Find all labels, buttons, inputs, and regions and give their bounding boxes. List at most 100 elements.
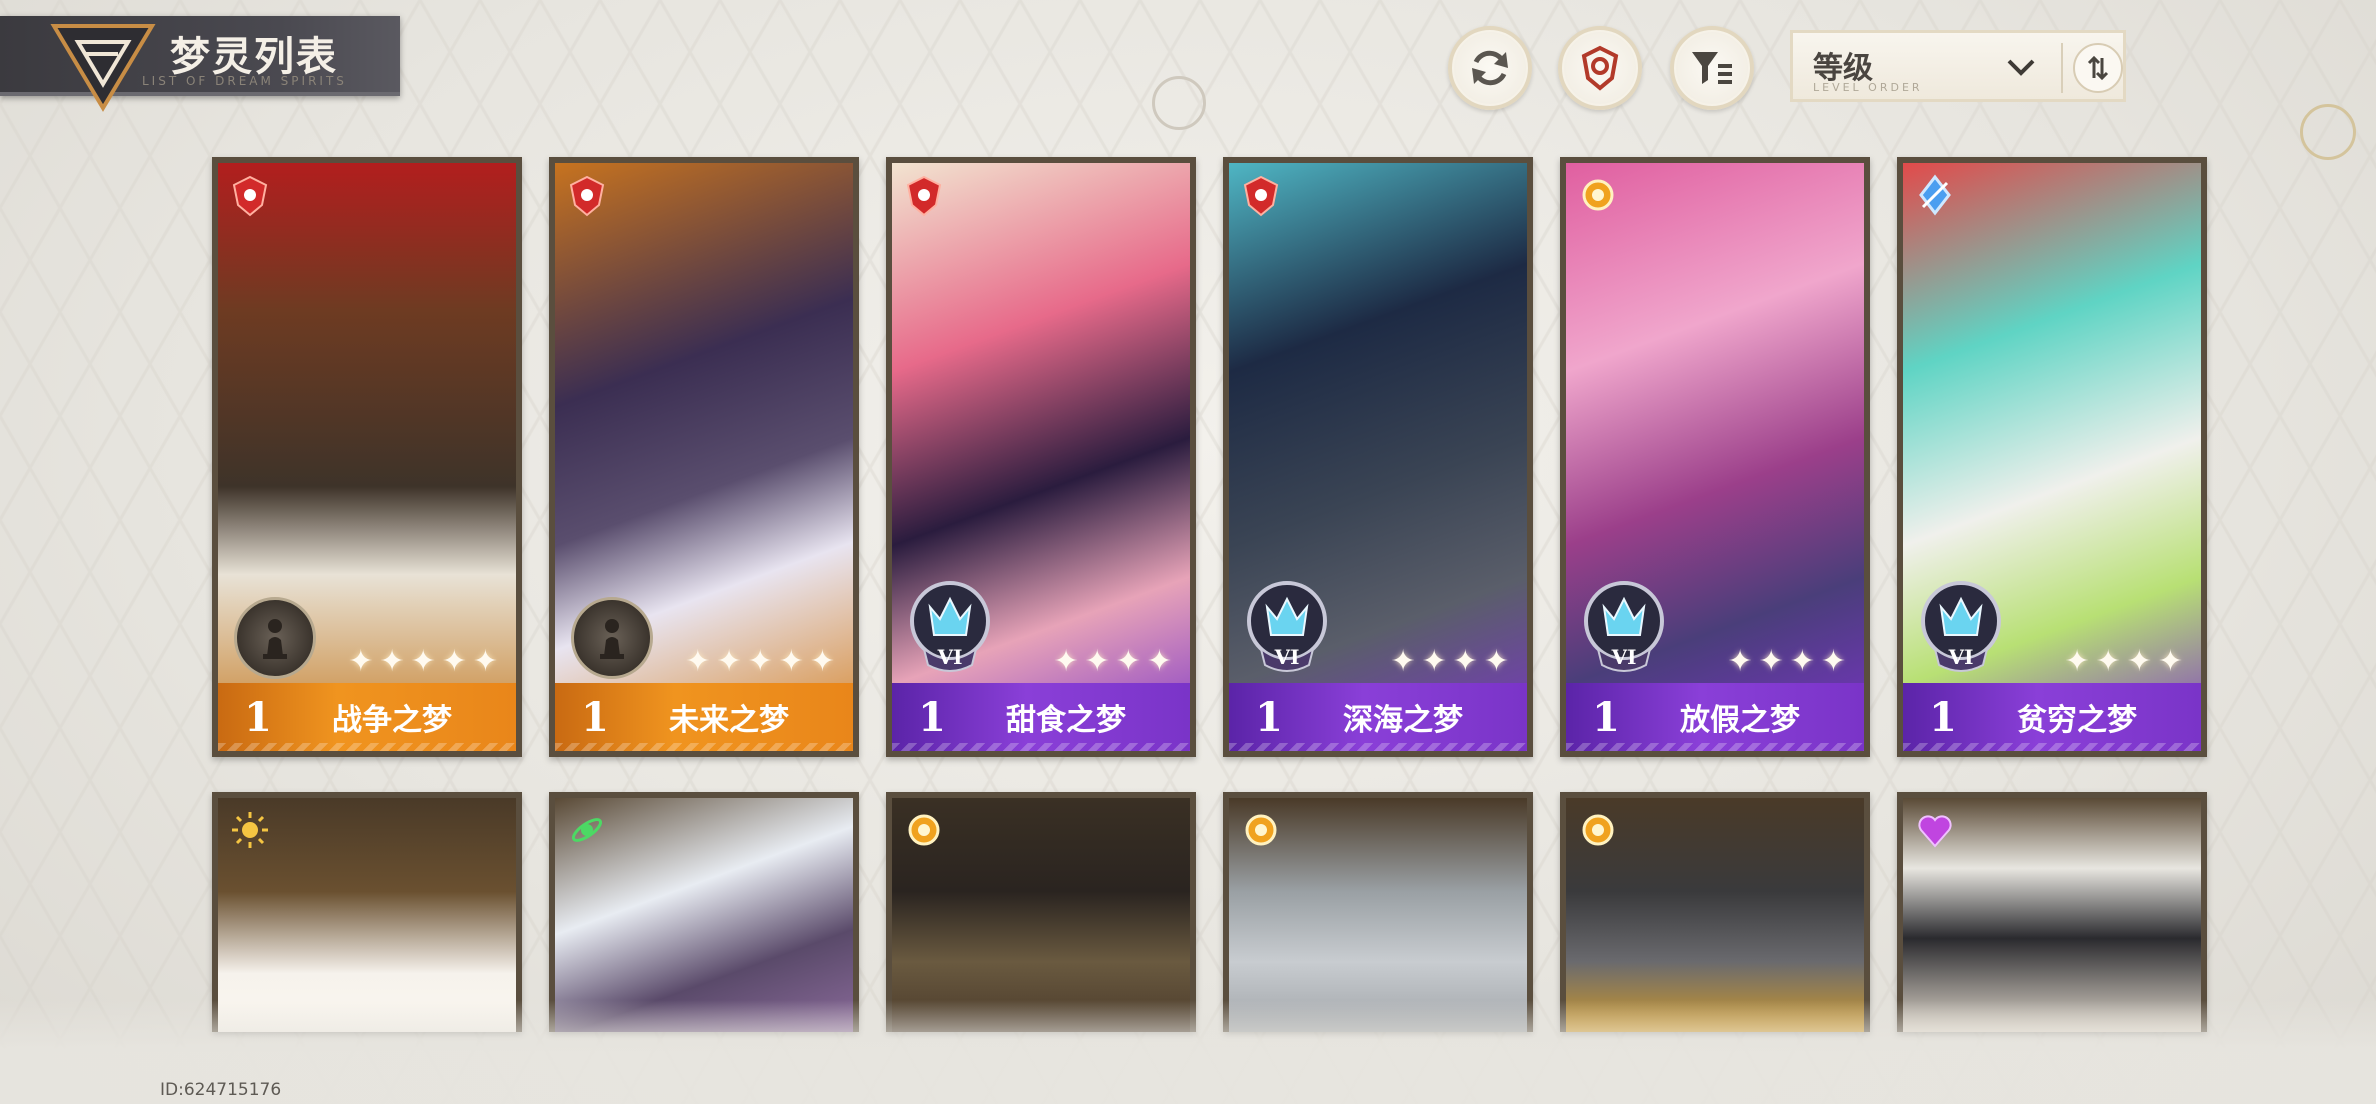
refresh-button[interactable] [1448,26,1532,110]
star-icon: ✦ [1758,644,1784,679]
decor-circle [2300,104,2356,160]
banner-stripe [1229,743,1527,751]
banner-stripe [555,743,853,751]
card-banner: 1 未来之梦 [555,683,853,751]
level-number: 1 [1929,693,1957,741]
character-card[interactable]: ✦ ✦ ✦ ✦ ✦ 1 战争之梦 [212,157,522,757]
title-bar: 梦灵列表 LIST OF DREAM SPIRITS [0,16,400,112]
card-banner: 1 战争之梦 [218,683,516,751]
list-filter-button[interactable] [1670,26,1754,110]
star-icon: ✦ [1053,644,1079,679]
decor-circle [1152,76,1206,130]
star-icon: ✦ [1421,644,1447,679]
character-card[interactable]: VI ✦ ✦ ✦ ✦ 1 深海之梦 [1223,157,1533,757]
star-rating: ✦ ✦ ✦ ✦ ✦ [685,644,835,679]
pawn-badge [234,597,316,679]
rank-label: VI [1274,645,1300,669]
purple-heart-icon [1918,815,1952,848]
star-icon: ✦ [2157,644,2183,679]
star-icon: ✦ [1390,644,1416,679]
star-icon: ✦ [685,644,711,679]
character-card[interactable]: VI ✦ ✦ ✦ ✦ 1 贫穷之梦 [1897,157,2207,757]
character-name: 未来之梦 [669,703,789,738]
star-rating: ✦ ✦ ✦ ✦ [1390,644,1509,679]
refresh-icon [1472,50,1508,86]
character-name: 甜食之梦 [1006,703,1126,738]
star-icon: ✦ [379,644,405,679]
star-icon: ✦ [2126,644,2152,679]
page-subtitle: LIST OF DREAM SPIRITS [142,74,347,88]
rank-badge: VI [1913,569,2009,679]
star-icon: ✦ [472,644,498,679]
star-icon: ✦ [747,644,773,679]
sort-order-icon [2087,55,2109,81]
rank-label: VI [937,645,963,669]
character-name: 放假之梦 [1680,703,1800,738]
banner-stripe [1566,743,1864,751]
level-number: 1 [918,693,946,741]
sort-order-button[interactable] [2073,43,2123,93]
star-rating: ✦ ✦ ✦ ✦ [1727,644,1846,679]
shield-filter-icon [1581,45,1619,91]
character-card[interactable] [212,792,522,1032]
character-card[interactable]: VI ✦ ✦ ✦ ✦ 1 放假之梦 [1560,157,1870,757]
star-icon: ✦ [441,644,467,679]
gold-orb-icon [1582,814,1614,846]
card-banner: 1 深海之梦 [1229,683,1527,751]
element-filter-button[interactable] [1558,26,1642,110]
character-card[interactable] [1560,792,1870,1032]
gold-orb-icon [1245,814,1277,846]
red-shield-icon [232,175,268,217]
rank-badge: VI [1576,569,1672,679]
star-icon: ✦ [2064,644,2090,679]
sort-dropdown[interactable]: 等级 LEVEL ORDER [1790,30,2126,102]
pawn-badge [571,597,653,679]
menu-logo-icon[interactable] [48,20,158,112]
rank-label: VI [1611,645,1637,669]
banner-stripe [892,743,1190,751]
green-atom-icon [571,818,603,842]
star-icon: ✦ [2095,644,2121,679]
chevron-down-icon [2007,59,2035,76]
star-icon: ✦ [1483,644,1509,679]
character-card[interactable] [1897,792,2207,1032]
star-rating: ✦ ✦ ✦ ✦ ✦ [348,644,498,679]
star-icon: ✦ [1115,644,1141,679]
character-card[interactable] [1223,792,1533,1032]
character-name: 深海之梦 [1343,703,1463,738]
rank-badge: VI [902,569,998,679]
level-number: 1 [581,693,609,741]
character-card[interactable]: VI ✦ ✦ ✦ ✦ 1 甜食之梦 [886,157,1196,757]
card-banner: 1 放假之梦 [1566,683,1864,751]
star-rating: ✦ ✦ ✦ ✦ [1053,644,1172,679]
red-shield-icon [906,175,942,217]
gold-orb-icon [908,814,940,846]
star-icon: ✦ [716,644,742,679]
character-card[interactable] [886,792,1196,1032]
sun-icon [232,812,268,848]
banner-stripe [1903,743,2201,751]
star-icon: ✦ [1146,644,1172,679]
gold-orb-icon [1582,179,1614,211]
star-icon: ✦ [778,644,804,679]
divider [2061,43,2063,93]
star-icon: ✦ [809,644,835,679]
player-id: ID:624715176 [160,1080,282,1100]
star-icon: ✦ [1452,644,1478,679]
star-icon: ✦ [1820,644,1846,679]
star-icon: ✦ [348,644,374,679]
rank-label: VI [1948,645,1974,669]
character-name: 战争之梦 [332,703,452,738]
character-card[interactable]: ✦ ✦ ✦ ✦ ✦ 1 未来之梦 [549,157,859,757]
banner-stripe [218,743,516,751]
pawn-icon [263,619,287,659]
star-icon: ✦ [410,644,436,679]
blue-crystal-icon [1919,174,1951,216]
red-shield-icon [1243,175,1279,217]
character-card[interactable] [549,792,859,1032]
funnel-list-icon [1692,52,1732,84]
level-number: 1 [1592,693,1620,741]
red-shield-icon [569,175,605,217]
level-number: 1 [1255,693,1283,741]
card-banner: 1 贫穷之梦 [1903,683,2201,751]
